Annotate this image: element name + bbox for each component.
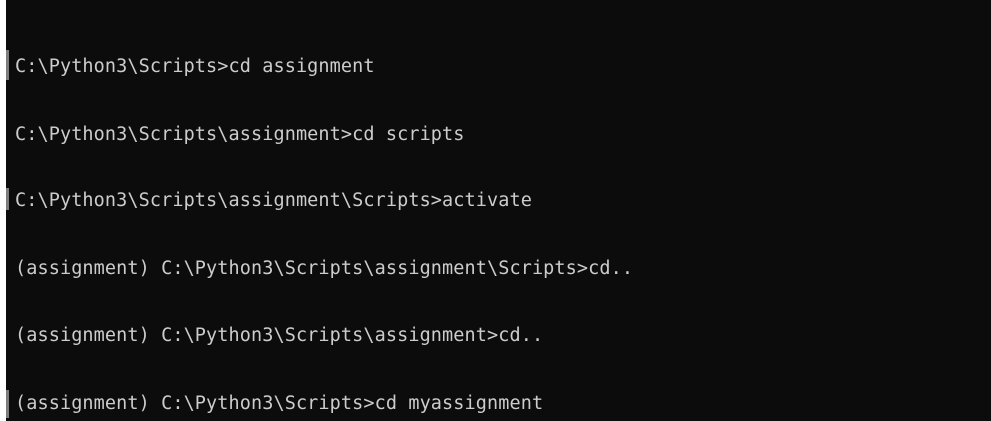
terminal-line-4: (assignment) C:\Python3\Scripts\assignme… [15, 258, 634, 279]
left-edge-artifact [6, 390, 9, 418]
cut-off-output-line: ---------------------- [216, 0, 497, 8]
terminal-line-6: (assignment) C:\Python3\Scripts>cd myass… [15, 393, 544, 414]
terminal-line-2: C:\Python3\Scripts\assignment>cd scripts [15, 124, 465, 145]
terminal-line-1: C:\Python3\Scripts>cd assignment [15, 56, 375, 77]
left-edge-artifact [6, 50, 9, 80]
terminal-window[interactable]: ---------------------- C:\Python3\Script… [6, 0, 991, 421]
left-edge-artifact [6, 188, 9, 210]
terminal-line-3: C:\Python3\Scripts\assignment\Scripts>ac… [15, 190, 532, 211]
terminal-line-5: (assignment) C:\Python3\Scripts\assignme… [15, 325, 544, 346]
